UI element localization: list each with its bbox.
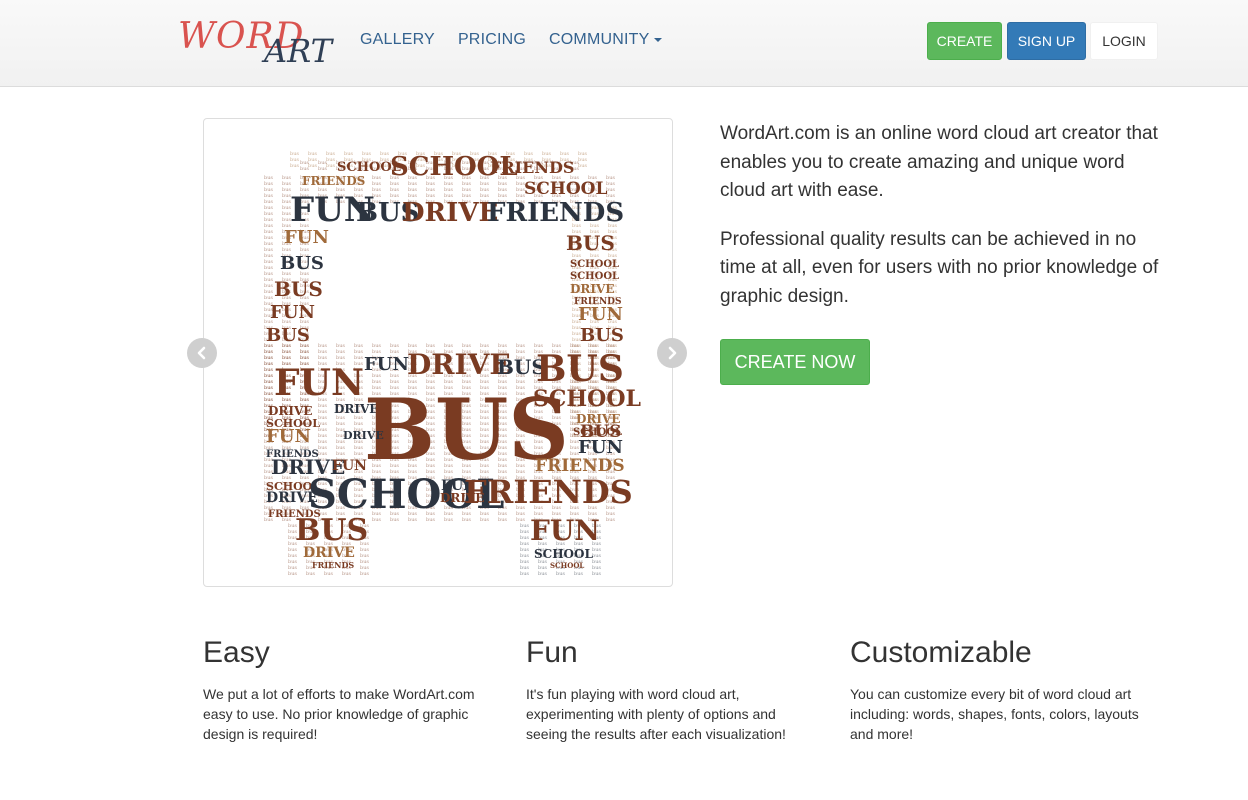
cloud-filler-word: bus [606, 517, 615, 523]
cloud-word: DRIVE [402, 198, 498, 228]
feature-easy: Easy We put a lot of efforts to make Wor… [203, 636, 493, 744]
cloud-word: BUS [566, 231, 615, 255]
cloud-word: DRIVE [343, 429, 384, 442]
feature-title: Fun [526, 636, 578, 669]
carousel-prev-arrow-icon[interactable] [187, 338, 217, 368]
feature-text: It's fun playing with word cloud art, ex… [526, 686, 786, 742]
cloud-word: FRIENDS [312, 560, 354, 570]
cloud-filler-word: bus [574, 571, 583, 577]
top-navbar: WORD ART GALLERY PRICING COMMUNITY CREAT… [0, 0, 1248, 87]
cloud-filler-word: bus [308, 163, 317, 169]
cloud-word: DRIVE [303, 545, 355, 561]
cloud-filler-word: bus [288, 571, 297, 577]
gallery-carousel: bus bus bus bus bus bus bus bus bus bus bus bus bus b… [203, 118, 673, 587]
cloud-word: SCHOOL [524, 179, 607, 199]
nav-community-label: COMMUNITY [549, 31, 650, 48]
cloud-word: SCHOOL [570, 259, 619, 270]
cloud-word: FRIENDS [464, 473, 633, 511]
cloud-word: BUS [266, 325, 310, 346]
cloud-filler-word: bus [342, 571, 351, 577]
cloud-word: FUN [270, 302, 315, 323]
sign-up-button[interactable]: SIGN UP [1007, 22, 1086, 60]
cloud-word: DRIVE [570, 282, 614, 296]
cloud-word: FUN [578, 437, 623, 458]
intro-text: WordArt.com is an online word cloud art … [720, 120, 1160, 331]
nav-community-dropdown[interactable]: COMMUNITY [549, 31, 663, 49]
create-button[interactable]: CREATE [927, 22, 1002, 60]
cloud-word: FUN [284, 227, 329, 248]
cloud-word: FUN [274, 362, 364, 404]
cloud-word: BUS [580, 325, 624, 346]
cloud-filler-word: bus [324, 571, 333, 577]
main-nav: GALLERY PRICING COMMUNITY [360, 31, 663, 49]
feature-title: Easy [203, 636, 270, 669]
cloud-word: DRIVE [407, 348, 511, 381]
intro-paragraph-1: WordArt.com is an online word cloud art … [720, 123, 1158, 201]
cloud-filler-word: bus [300, 166, 309, 172]
cloud-filler-word: bus [538, 571, 547, 577]
cloud-filler-word: bus [520, 571, 529, 577]
cloud-word: SCHOOL [534, 547, 593, 561]
caret-down-icon [654, 37, 663, 42]
cloud-word: FUN [530, 514, 600, 547]
cloud-filler-word: bus [592, 571, 601, 577]
cloud-word: SCHOOL [337, 160, 401, 175]
nav-gallery-link[interactable]: GALLERY [360, 31, 435, 49]
create-now-button[interactable]: CREATE NOW [720, 339, 870, 385]
wordart-logo[interactable]: WORD ART [178, 14, 338, 70]
cloud-word: FRIENDS [302, 174, 365, 188]
cloud-word: FUN [578, 304, 623, 325]
login-button[interactable]: LOGIN [1090, 22, 1158, 60]
cloud-filler-word: bus [556, 571, 565, 577]
nav-pricing-link[interactable]: PRICING [458, 31, 526, 49]
feature-text: We put a lot of efforts to make WordArt.… [203, 686, 475, 742]
cloud-word: SCHOOL [550, 561, 584, 570]
cloud-word: FUN [266, 426, 311, 447]
cloud-word: BUS [280, 253, 324, 274]
feature-title: Customizable [850, 636, 1032, 669]
logo-art: ART [264, 32, 332, 70]
cloud-word: SCHOOL [570, 271, 619, 282]
cloud-filler-word: bus [306, 571, 315, 577]
cloud-word: FRIENDS [487, 198, 624, 228]
feature-fun: Fun It's fun playing with word cloud art… [526, 636, 816, 744]
carousel-next-arrow-icon[interactable] [657, 338, 687, 368]
cloud-word: FUN [364, 354, 409, 375]
cloud-word: DRIVE [268, 404, 312, 418]
cloud-word: BUS [295, 513, 368, 548]
cloud-filler-word: bus [360, 571, 369, 577]
cloud-word: FRIENDS [490, 158, 574, 177]
feature-customizable: Customizable You can customize every bit… [850, 636, 1140, 744]
cloud-filler-word: bus [318, 166, 327, 172]
cloud-filler-word: bus [578, 163, 587, 169]
bus-word-cloud-image: bus bus bus bus bus bus bus bus bus bus bus bus bus b… [264, 151, 641, 577]
intro-paragraph-2: Professional quality results can be achi… [720, 228, 1159, 307]
cloud-filler-word: bus [290, 163, 299, 169]
cloud-word: BUS [274, 277, 323, 301]
feature-text: You can customize every bit of word clou… [850, 686, 1139, 742]
cloud-filler-word: bus [326, 163, 335, 169]
